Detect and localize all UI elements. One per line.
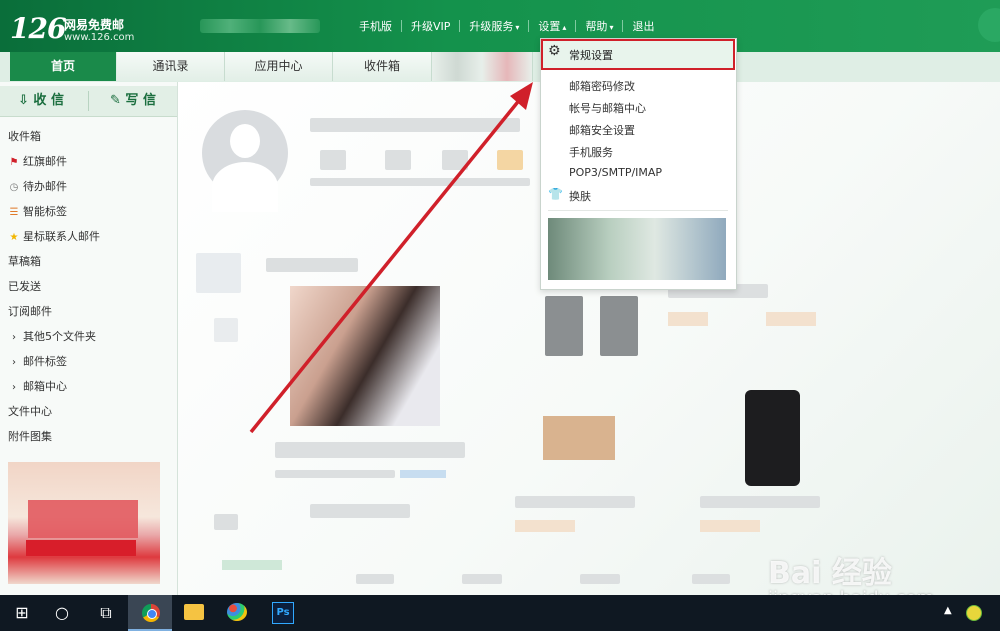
search-circle-icon[interactable]: ○ bbox=[40, 595, 84, 631]
baidu-watermark-logo: Bai 经验 bbox=[768, 556, 892, 591]
chevron-right-icon: › bbox=[12, 357, 16, 368]
chevron-up-icon: ▴ bbox=[562, 23, 567, 32]
blurred-product-image[interactable] bbox=[545, 296, 583, 356]
menu-item-account-center[interactable]: 帐号与邮箱中心 bbox=[569, 100, 646, 116]
paint-palette-icon[interactable] bbox=[227, 603, 247, 621]
blurred-stat bbox=[385, 150, 411, 170]
blurred-footer-item bbox=[462, 574, 502, 584]
chevron-right-icon: › bbox=[12, 382, 16, 393]
blurred-heading bbox=[266, 258, 358, 272]
blurred-greeting bbox=[310, 118, 520, 132]
sidebar-item-smart-tag[interactable]: ☰ 智能标签 bbox=[8, 202, 67, 222]
logo-126[interactable]: 126 bbox=[10, 12, 66, 45]
menu-item-pop3-smtp-imap[interactable]: POP3/SMTP/IMAP bbox=[569, 166, 662, 179]
blurred-stat bbox=[442, 150, 468, 170]
sidebar-item-other-folders[interactable]: › 其他5个文件夹 bbox=[8, 327, 96, 347]
chevron-down-icon: ▾ bbox=[609, 23, 614, 32]
menu-item-password[interactable]: 邮箱密码修改 bbox=[569, 78, 635, 94]
sidebar-item-todo[interactable]: ◷ 待办邮件 bbox=[8, 177, 67, 197]
blurred-text bbox=[700, 496, 820, 508]
download-icon: ⇩ bbox=[18, 93, 34, 108]
blurred-footer-item bbox=[356, 574, 394, 584]
blurred-widget bbox=[214, 514, 238, 530]
nav-upgrade-service[interactable]: 升级服务 ▾ bbox=[460, 18, 528, 34]
skin-preview-thumbnail[interactable] bbox=[548, 218, 726, 280]
file-explorer-icon[interactable] bbox=[184, 604, 204, 620]
write-button[interactable]: ✎ 写 信 bbox=[110, 86, 156, 116]
shirt-icon: 👕 bbox=[548, 187, 563, 201]
photoshop-icon[interactable]: Ps bbox=[272, 602, 294, 624]
tab-blurred[interactable] bbox=[432, 52, 533, 81]
tab-inbox[interactable]: 收件箱 bbox=[333, 52, 432, 81]
avatar-head-shape bbox=[230, 124, 260, 158]
blurred-product-image[interactable] bbox=[543, 416, 615, 460]
clock-icon: ◷ bbox=[9, 182, 19, 193]
menu-general-settings-label: 常规设置 bbox=[569, 49, 613, 62]
sidebar-item-star-contacts[interactable]: ★ 星标联系人邮件 bbox=[8, 227, 100, 247]
chrome-icon-center bbox=[147, 609, 157, 619]
blurred-product-image[interactable] bbox=[290, 286, 440, 426]
blurred-widget bbox=[214, 318, 238, 342]
edit-icon: ✎ bbox=[110, 93, 126, 108]
blurred-footer-item bbox=[222, 560, 282, 570]
account-name-blurred bbox=[200, 19, 320, 33]
tab-home[interactable]: 首页 bbox=[10, 52, 116, 81]
blurred-stat bbox=[320, 150, 346, 170]
sidebar-item-sent[interactable]: 已发送 bbox=[8, 277, 41, 297]
sidebar-ad-blurred-bar bbox=[26, 540, 136, 556]
sidebar-item-red-flag[interactable]: ⚑ 红旗邮件 bbox=[8, 152, 67, 172]
blurred-price bbox=[700, 520, 760, 532]
sidebar-item-inbox[interactable]: 收件箱 bbox=[8, 127, 41, 147]
tray-status-icon[interactable] bbox=[966, 605, 982, 621]
top-nav: 手机版 升级VIP 升级服务 ▾ 设置 ▴ 帮助 ▾ 退出 bbox=[350, 18, 663, 34]
red-flag-icon: ⚑ bbox=[9, 157, 19, 168]
blurred-product-link bbox=[400, 470, 446, 478]
blurred-product-meta bbox=[275, 470, 395, 478]
blurred-footer-item bbox=[580, 574, 620, 584]
logo-url: www.126.com bbox=[64, 32, 135, 43]
sidebar-item-subscriptions[interactable]: 订阅邮件 bbox=[8, 302, 52, 322]
menu-divider bbox=[548, 210, 728, 211]
blurred-product-image[interactable] bbox=[745, 390, 800, 486]
sidebar-item-attachments[interactable]: 附件图集 bbox=[8, 427, 52, 447]
blurred-subtext bbox=[310, 178, 530, 186]
gear-icon: ⚙ bbox=[548, 43, 561, 59]
blurred-price bbox=[668, 312, 708, 326]
nav-upgrade-vip[interactable]: 升级VIP bbox=[402, 18, 459, 34]
blurred-price bbox=[515, 520, 575, 532]
windows-start-icon[interactable]: ⊞ bbox=[0, 595, 44, 631]
menu-item-security[interactable]: 邮箱安全设置 bbox=[569, 122, 635, 138]
sidebar-item-mail-tags[interactable]: › 邮件标签 bbox=[8, 352, 67, 372]
chevron-down-icon: ▾ bbox=[515, 23, 520, 32]
blurred-text bbox=[515, 496, 635, 508]
sidebar-item-mailbox-center[interactable]: › 邮箱中心 bbox=[8, 377, 67, 397]
receive-button[interactable]: ⇩ 收 信 bbox=[18, 86, 64, 116]
nav-help[interactable]: 帮助 ▾ bbox=[576, 18, 622, 34]
blurred-stat bbox=[497, 150, 523, 170]
sidebar-item-drafts[interactable]: 草稿箱 bbox=[8, 252, 41, 272]
blurred-product-image[interactable] bbox=[600, 296, 638, 356]
blurred-widget bbox=[196, 253, 241, 293]
blurred-product-title bbox=[275, 442, 465, 458]
chevron-right-icon: › bbox=[12, 332, 16, 343]
nav-logout[interactable]: 退出 bbox=[623, 18, 663, 34]
menu-item-mobile-service[interactable]: 手机服务 bbox=[569, 144, 613, 160]
blurred-footer-item bbox=[692, 574, 730, 584]
sidebar-item-file-center[interactable]: 文件中心 bbox=[8, 402, 52, 422]
tray-chevron-up-icon[interactable]: ▲ bbox=[944, 605, 952, 616]
sidebar-ad-blurred-center bbox=[28, 500, 138, 538]
logo-title: 网易免费邮 bbox=[64, 18, 125, 32]
tab-app-center[interactable]: 应用中心 bbox=[225, 52, 333, 81]
blurred-text bbox=[310, 504, 410, 518]
star-icon: ★ bbox=[9, 232, 19, 243]
tag-stripes-icon: ☰ bbox=[9, 207, 19, 218]
task-view-icon[interactable]: ⧉ bbox=[84, 595, 128, 631]
tab-contacts[interactable]: 通讯录 bbox=[117, 52, 225, 81]
nav-mobile[interactable]: 手机版 bbox=[350, 18, 401, 34]
nav-settings[interactable]: 设置 ▴ bbox=[529, 18, 575, 34]
compose-divider bbox=[88, 91, 89, 111]
menu-item-skin[interactable]: 换肤 bbox=[569, 188, 591, 204]
avatar-body-shape bbox=[212, 162, 278, 212]
blurred-price bbox=[766, 312, 816, 326]
